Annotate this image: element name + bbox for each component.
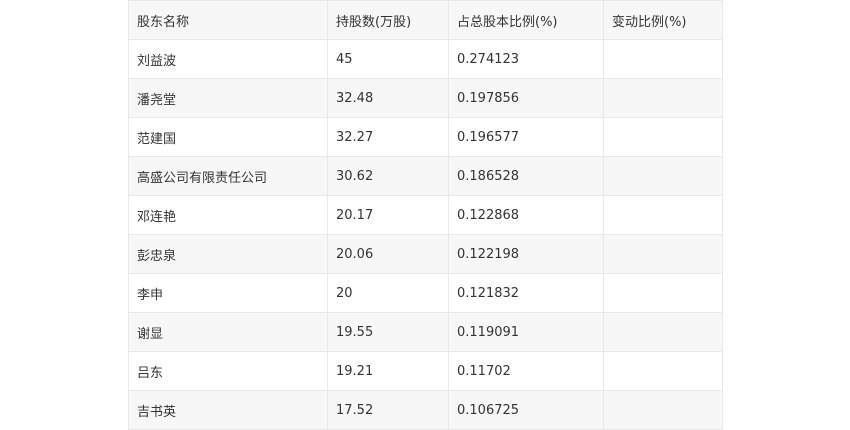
shares-held-cell: 20.17 — [327, 195, 449, 235]
shares-held-cell: 45 — [327, 39, 449, 79]
header-share-ratio: 占总股本比例(%) — [448, 0, 604, 40]
shareholder-name-cell: 范建国 — [128, 117, 328, 157]
share-ratio-cell: 0.197856 — [448, 78, 604, 118]
header-shares-held: 持股数(万股) — [327, 0, 449, 40]
change-ratio-cell — [603, 234, 723, 274]
shares-held-cell: 19.21 — [327, 351, 449, 391]
change-ratio-cell — [603, 156, 723, 196]
change-ratio-cell — [603, 39, 723, 79]
table-row: 谢显 19.55 0.119091 — [128, 312, 723, 352]
shares-held-cell: 32.27 — [327, 117, 449, 157]
share-ratio-cell: 0.119091 — [448, 312, 604, 352]
table-row: 刘益波 45 0.274123 — [128, 39, 723, 79]
table-row: 范建国 32.27 0.196577 — [128, 117, 723, 157]
table-row: 高盛公司有限责任公司 30.62 0.186528 — [128, 156, 723, 196]
share-ratio-cell: 0.121832 — [448, 273, 604, 313]
table-row: 吕东 19.21 0.11702 — [128, 351, 723, 391]
shareholder-name-cell: 谢显 — [128, 312, 328, 352]
shares-held-cell: 20.06 — [327, 234, 449, 274]
shares-held-cell: 20 — [327, 273, 449, 313]
shareholder-table: 股东名称 持股数(万股) 占总股本比例(%) 变动比例(%) 刘益波 45 0.27… — [128, 0, 723, 430]
header-shareholder-name: 股东名称 — [128, 0, 328, 40]
table-row: 李申 20 0.121832 — [128, 273, 723, 313]
shareholder-name-cell: 吉书英 — [128, 390, 328, 430]
share-ratio-cell: 0.274123 — [448, 39, 604, 79]
shares-held-cell: 32.48 — [327, 78, 449, 118]
table-row: 邓连艳 20.17 0.122868 — [128, 195, 723, 235]
shares-held-cell: 19.55 — [327, 312, 449, 352]
table-row: 彭忠泉 20.06 0.122198 — [128, 234, 723, 274]
change-ratio-cell — [603, 117, 723, 157]
change-ratio-cell — [603, 195, 723, 235]
share-ratio-cell: 0.186528 — [448, 156, 604, 196]
shares-held-cell: 17.52 — [327, 390, 449, 430]
shareholder-name-cell: 潘尧堂 — [128, 78, 328, 118]
table-header-row: 股东名称 持股数(万股) 占总股本比例(%) 变动比例(%) — [128, 0, 723, 40]
shareholder-name-cell: 邓连艳 — [128, 195, 328, 235]
shares-held-cell: 30.62 — [327, 156, 449, 196]
share-ratio-cell: 0.122868 — [448, 195, 604, 235]
table-body: 刘益波 45 0.274123 潘尧堂 32.48 0.197856 范建国 32.27 0.1… — [128, 39, 723, 430]
shareholder-name-cell: 彭忠泉 — [128, 234, 328, 274]
header-change-ratio: 变动比例(%) — [603, 0, 723, 40]
share-ratio-cell: 0.122198 — [448, 234, 604, 274]
shareholder-table-container: 股东名称 持股数(万股) 占总股本比例(%) 变动比例(%) 刘益波 45 0.27… — [128, 0, 723, 430]
share-ratio-cell: 0.11702 — [448, 351, 604, 391]
change-ratio-cell — [603, 78, 723, 118]
change-ratio-cell — [603, 351, 723, 391]
shareholder-name-cell: 高盛公司有限责任公司 — [128, 156, 328, 196]
share-ratio-cell: 0.106725 — [448, 390, 604, 430]
shareholder-name-cell: 刘益波 — [128, 39, 328, 79]
table-row: 吉书英 17.52 0.106725 — [128, 390, 723, 430]
shareholder-name-cell: 吕东 — [128, 351, 328, 391]
share-ratio-cell: 0.196577 — [448, 117, 604, 157]
change-ratio-cell — [603, 312, 723, 352]
table-row: 潘尧堂 32.48 0.197856 — [128, 78, 723, 118]
shareholder-name-cell: 李申 — [128, 273, 328, 313]
change-ratio-cell — [603, 273, 723, 313]
change-ratio-cell — [603, 390, 723, 430]
